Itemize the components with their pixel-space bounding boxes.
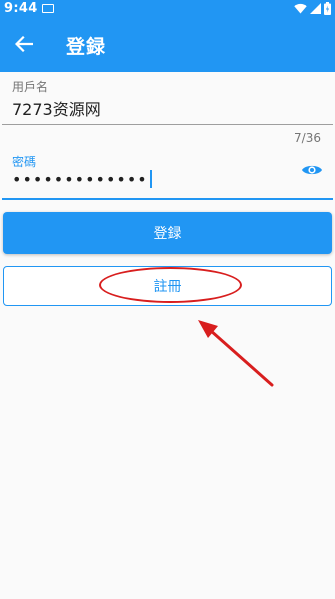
username-label: 用戶名	[12, 80, 49, 94]
annotation-arrow	[198, 320, 274, 387]
signal-icon	[310, 3, 321, 14]
password-value[interactable]: •••••••••••••	[12, 170, 152, 189]
wifi-icon	[294, 3, 307, 14]
status-icons	[294, 2, 331, 15]
page-title: 登録	[66, 36, 107, 58]
username-field[interactable]: 用戶名 7273资源网	[0, 72, 335, 126]
status-bar: 9:44	[0, 0, 335, 18]
app-bar: 登録	[0, 18, 335, 72]
notification-icon	[42, 4, 54, 13]
text-cursor	[149, 170, 152, 188]
back-button[interactable]	[10, 30, 38, 58]
register-button[interactable]: 註冊	[3, 266, 332, 306]
username-value[interactable]: 7273资源网	[12, 96, 101, 120]
username-underline	[2, 124, 333, 125]
login-button[interactable]: 登録	[3, 212, 332, 254]
battery-icon	[324, 2, 331, 15]
password-underline	[2, 198, 333, 200]
password-dots: •••••••••••••	[12, 170, 148, 189]
password-label: 密碼	[12, 155, 37, 169]
status-time: 9:44	[4, 1, 38, 16]
eye-icon[interactable]	[301, 162, 323, 178]
password-counter: 7/36	[294, 131, 321, 145]
arrow-back-icon	[15, 36, 33, 52]
password-field[interactable]: 密碼 •••••••••••••	[0, 148, 335, 202]
